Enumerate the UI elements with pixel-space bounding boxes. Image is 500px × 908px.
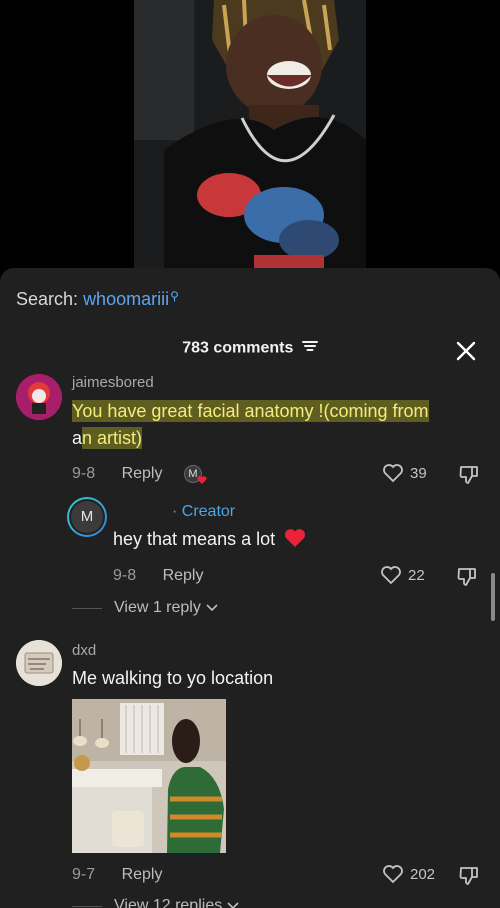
avatar[interactable] [16, 374, 62, 420]
like-button[interactable]: 22 [380, 565, 425, 585]
dislike-button[interactable] [458, 865, 480, 892]
like-button[interactable]: 202 [382, 864, 435, 884]
comment-text-line2-plain: a [72, 428, 83, 448]
thumbs-down-icon [457, 568, 476, 586]
search-prefix: Search: [16, 289, 79, 309]
reply-button[interactable]: Reply [163, 567, 204, 584]
heart-outline-icon [381, 566, 401, 585]
video-player[interactable] [0, 0, 500, 290]
thumbs-down-icon [459, 867, 478, 885]
dislike-button[interactable] [458, 464, 480, 491]
video-frame [134, 0, 366, 290]
scrollbar[interactable] [491, 573, 495, 621]
comment-username[interactable]: jaimesbored [72, 374, 154, 391]
comment-count: 783 comments [182, 339, 294, 357]
attached-photo [72, 699, 226, 853]
avatar[interactable] [16, 640, 62, 686]
reply-text: hey that means a lot [113, 526, 306, 553]
comment-meta: 9-7 Reply [72, 866, 162, 884]
divider [72, 607, 102, 609]
comment-attached-image[interactable] [72, 699, 226, 853]
view-replies-button[interactable]: View 12 replies [72, 897, 240, 908]
reply-button[interactable]: Reply [122, 465, 163, 482]
reply-text-content: hey that means a lot [113, 529, 276, 549]
creator-liked-badge: M [184, 465, 207, 484]
close-icon[interactable] [454, 339, 478, 363]
like-count: 22 [408, 566, 425, 584]
creator-label: · Creator [172, 503, 236, 520]
chevron-down-icon [227, 902, 239, 908]
avatar[interactable]: M [67, 497, 107, 537]
reply-meta: 9-8 Reply [113, 567, 203, 585]
reply-date: 9-8 [113, 567, 137, 584]
like-count: 202 [410, 865, 436, 883]
search-query[interactable]: whoomariii [83, 289, 169, 309]
comment-text-line2-highlight: n artist) [82, 427, 143, 449]
heart-outline-icon [383, 865, 403, 884]
comments-sheet: Search: whoomariii⚲ 783 comments jaimesb… [0, 268, 500, 908]
thumbs-down-icon [459, 466, 478, 484]
like-button[interactable]: 39 [382, 463, 427, 483]
comment-username[interactable]: dxd [72, 642, 96, 659]
view-replies-label: View 12 replies [114, 897, 223, 908]
chevron-down-icon [206, 604, 218, 612]
comment-meta: 9-8 Reply [72, 465, 162, 483]
search-icon: ⚲ [170, 289, 179, 303]
heart-icon [197, 476, 207, 484]
comment-text-line1: You have great facial anatomy !(coming f… [72, 400, 429, 422]
search-suggestion[interactable]: Search: whoomariii⚲ [16, 289, 179, 310]
filter-icon[interactable] [301, 339, 318, 358]
video-still-image [134, 0, 366, 290]
heart-outline-icon [383, 464, 403, 483]
reply-button[interactable]: Reply [122, 866, 163, 883]
divider [72, 905, 102, 907]
red-heart-emoji [285, 529, 306, 547]
like-count: 39 [410, 464, 427, 482]
comment-date: 9-7 [72, 866, 96, 883]
comment-date: 9-8 [72, 465, 96, 482]
comment-text: You have great facial anatomy !(coming f… [72, 398, 482, 452]
dislike-button[interactable] [456, 566, 478, 593]
comments-header: 783 comments [0, 339, 500, 358]
comment-text: Me walking to yo location [72, 668, 274, 688]
view-replies-label: View 1 reply [114, 599, 201, 616]
avatar-letter: M [71, 501, 103, 533]
view-replies-button[interactable]: View 1 reply [72, 599, 219, 617]
